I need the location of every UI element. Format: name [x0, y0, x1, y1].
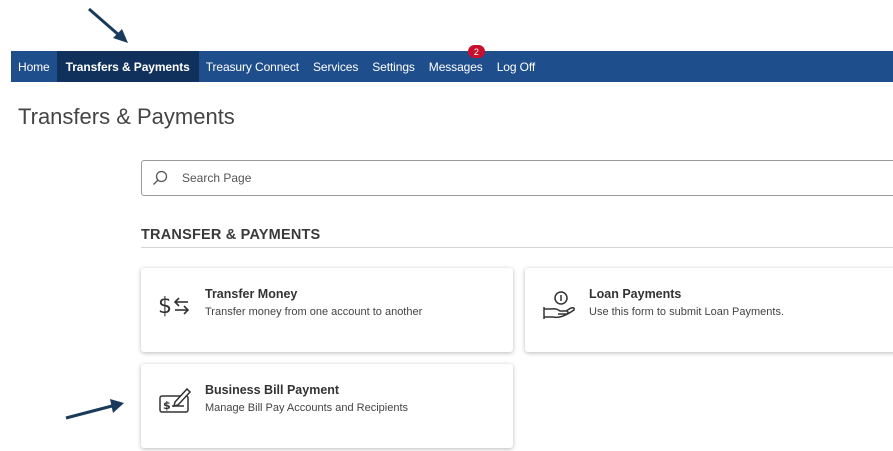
top-navigation-bar: Home Transfers & Payments Treasury Conne…: [11, 45, 893, 82]
check-pen-icon: $: [159, 387, 192, 413]
messages-count-badge: 2: [467, 45, 485, 58]
nav-settings[interactable]: Settings: [365, 51, 422, 82]
card-business-bill-payment[interactable]: $ Business Bill Payment Manage Bill Pay …: [141, 364, 513, 448]
card-title: Loan Payments: [589, 287, 682, 301]
section-divider: [141, 247, 893, 248]
nav-settings-label: Settings: [372, 59, 415, 74]
nav-services-label: Services: [313, 59, 359, 74]
nav-messages[interactable]: Messages 2: [422, 45, 490, 82]
section-heading: TRANSFER & PAYMENTS: [141, 227, 321, 243]
annotation-arrow-top-icon: [88, 7, 128, 43]
nav-services[interactable]: Services: [306, 51, 365, 82]
nav-treasury-connect-label: Treasury Connect: [205, 59, 300, 74]
card-description: Use this form to submit Loan Payments.: [589, 306, 785, 318]
nav-transfers-payments-label: Transfers & Payments: [65, 59, 190, 74]
annotation-arrow-left-icon: [65, 399, 124, 420]
card-description: Transfer money from one account to anoth…: [205, 306, 423, 318]
svg-text:$: $: [158, 294, 172, 319]
search-bar: [141, 160, 893, 196]
nav-treasury-connect[interactable]: Treasury Connect: [199, 51, 306, 82]
card-loan-payments[interactable]: Loan Payments Use this form to submit Lo…: [525, 268, 893, 352]
nav-log-off-label: Log Off: [496, 59, 536, 74]
nav-messages-label: Messages: [428, 59, 483, 74]
card-description: Manage Bill Pay Accounts and Recipients: [205, 402, 409, 414]
search-input[interactable]: [180, 170, 784, 186]
nav-home-label: Home: [18, 59, 50, 74]
nav-transfers-payments[interactable]: Transfers & Payments: [56, 51, 199, 82]
svg-text:$: $: [163, 399, 171, 412]
dollar-transfer-icon: $: [158, 294, 190, 319]
page-title: Transfers & Payments: [18, 104, 235, 129]
card-transfer-money[interactable]: $ Transfer Money Transfer money from one…: [141, 268, 513, 352]
nav-home[interactable]: Home: [11, 51, 57, 82]
nav-log-off[interactable]: Log Off: [490, 51, 542, 82]
card-title: Transfer Money: [205, 287, 298, 301]
hand-coin-icon: [543, 291, 575, 319]
card-title: Business Bill Payment: [205, 383, 340, 397]
search-icon: [153, 170, 168, 185]
